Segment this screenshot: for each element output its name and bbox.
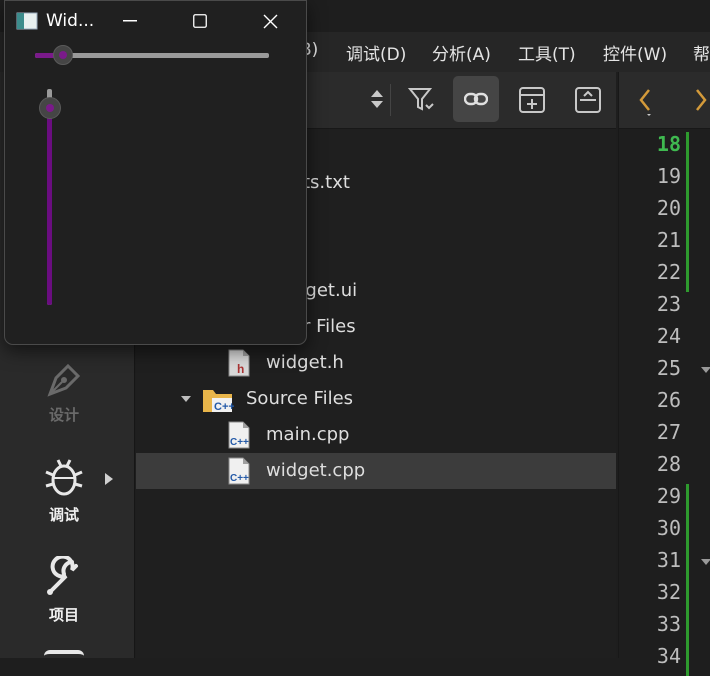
mode-design-label: 设计 bbox=[48, 406, 79, 424]
cpp-file-icon: C++ bbox=[228, 421, 250, 449]
maximize-icon bbox=[193, 14, 207, 28]
line-number: 30 bbox=[656, 516, 681, 540]
line-number: 31 bbox=[656, 548, 681, 572]
wrench-icon bbox=[47, 556, 78, 595]
minimize-button[interactable] bbox=[95, 1, 165, 41]
svg-text:h: h bbox=[237, 362, 244, 376]
window-title: Wid... bbox=[46, 11, 95, 31]
line-number: 34 bbox=[656, 644, 681, 668]
svg-text:C++: C++ bbox=[214, 401, 234, 413]
line-number: 29 bbox=[656, 484, 681, 508]
minimize-icon bbox=[123, 20, 137, 22]
change-marker bbox=[686, 484, 689, 676]
svg-text:C++: C++ bbox=[230, 437, 249, 448]
window-titlebar[interactable]: Wid... bbox=[5, 1, 306, 41]
filter-button[interactable] bbox=[397, 76, 443, 122]
widget-window: Wid... bbox=[4, 0, 307, 345]
close-button[interactable] bbox=[235, 1, 305, 41]
navigate-forward-icon[interactable] bbox=[693, 86, 710, 116]
toolbar-divider bbox=[390, 84, 391, 116]
svg-text:C++: C++ bbox=[230, 473, 249, 484]
tree-item-label: Source Files bbox=[246, 388, 354, 409]
line-number: 21 bbox=[656, 228, 681, 252]
app-window-icon bbox=[16, 12, 38, 30]
close-split-icon bbox=[575, 87, 601, 113]
tree-row-widget-cpp[interactable]: C++ widget.cpp bbox=[136, 453, 616, 489]
fold-arrow-icon[interactable] bbox=[701, 367, 710, 373]
header-file-icon: h bbox=[228, 349, 250, 377]
editor-nav-bar bbox=[618, 72, 710, 129]
tree-row-main-cpp[interactable]: C++ main.cpp bbox=[136, 417, 616, 453]
add-split-icon bbox=[519, 87, 545, 113]
mode-debug-label: 调试 bbox=[48, 506, 79, 524]
navigate-back-icon[interactable] bbox=[637, 86, 655, 116]
close-icon bbox=[263, 14, 278, 29]
change-marker bbox=[686, 132, 689, 292]
mode-projects-label: 项目 bbox=[48, 606, 79, 624]
line-number: 23 bbox=[656, 292, 681, 316]
tree-row-source-files[interactable]: C++ Source Files bbox=[136, 381, 616, 417]
split-button[interactable] bbox=[508, 76, 554, 122]
menu-analyze[interactable]: 分析(A) bbox=[432, 40, 491, 65]
tree-item-label: ts.txt bbox=[303, 172, 350, 193]
link-icon bbox=[464, 92, 488, 106]
line-number: 26 bbox=[656, 388, 681, 412]
maximize-button[interactable] bbox=[165, 1, 235, 41]
sort-button[interactable] bbox=[354, 76, 400, 122]
mode-partial-icon[interactable] bbox=[44, 650, 84, 662]
sort-updown-icon bbox=[371, 90, 383, 108]
menu-tools[interactable]: 工具(T) bbox=[518, 40, 576, 65]
expand-arrow-icon[interactable] bbox=[104, 472, 114, 486]
editor-line-gutter: 18 19 20 21 22 23 24 25 26 27 28 29 30 31 32 33 34 bbox=[618, 129, 710, 676]
line-number: 32 bbox=[656, 580, 681, 604]
line-number: 19 bbox=[656, 164, 681, 188]
fold-arrow-icon[interactable] bbox=[701, 559, 710, 565]
line-number: 20 bbox=[656, 196, 681, 220]
link-with-editor-button[interactable] bbox=[453, 76, 499, 122]
tree-item-label: widget.cpp bbox=[266, 460, 366, 481]
expanded-arrow-icon[interactable] bbox=[180, 395, 192, 403]
tree-item-label: main.cpp bbox=[266, 424, 350, 445]
vertical-slider-fill bbox=[47, 108, 52, 305]
line-number: 25 bbox=[656, 356, 681, 380]
tree-item-label: widget.h bbox=[266, 352, 344, 373]
close-split-button[interactable] bbox=[564, 76, 610, 122]
vertical-slider-handle[interactable] bbox=[39, 97, 61, 120]
tree-row-widget-h[interactable]: h widget.h bbox=[136, 345, 616, 381]
line-number: 33 bbox=[656, 612, 681, 636]
pen-nib-icon bbox=[47, 363, 81, 397]
menu-controls[interactable]: 控件(W) bbox=[603, 40, 667, 65]
tree-item-label: r Files bbox=[303, 316, 356, 337]
line-number: 22 bbox=[656, 260, 681, 284]
line-number: 27 bbox=[656, 420, 681, 444]
line-number: 18 bbox=[656, 132, 681, 156]
source-folder-icon: C++ bbox=[203, 390, 234, 413]
bug-icon bbox=[45, 459, 83, 496]
filter-icon bbox=[408, 88, 434, 111]
line-number: 28 bbox=[656, 452, 681, 476]
horizontal-slider-handle[interactable] bbox=[53, 45, 74, 65]
menu-debug[interactable]: 调试(D) bbox=[346, 40, 406, 65]
line-number: 24 bbox=[656, 324, 681, 348]
menu-help[interactable]: 帮 bbox=[693, 40, 710, 65]
cpp-file-icon: C++ bbox=[228, 457, 250, 485]
